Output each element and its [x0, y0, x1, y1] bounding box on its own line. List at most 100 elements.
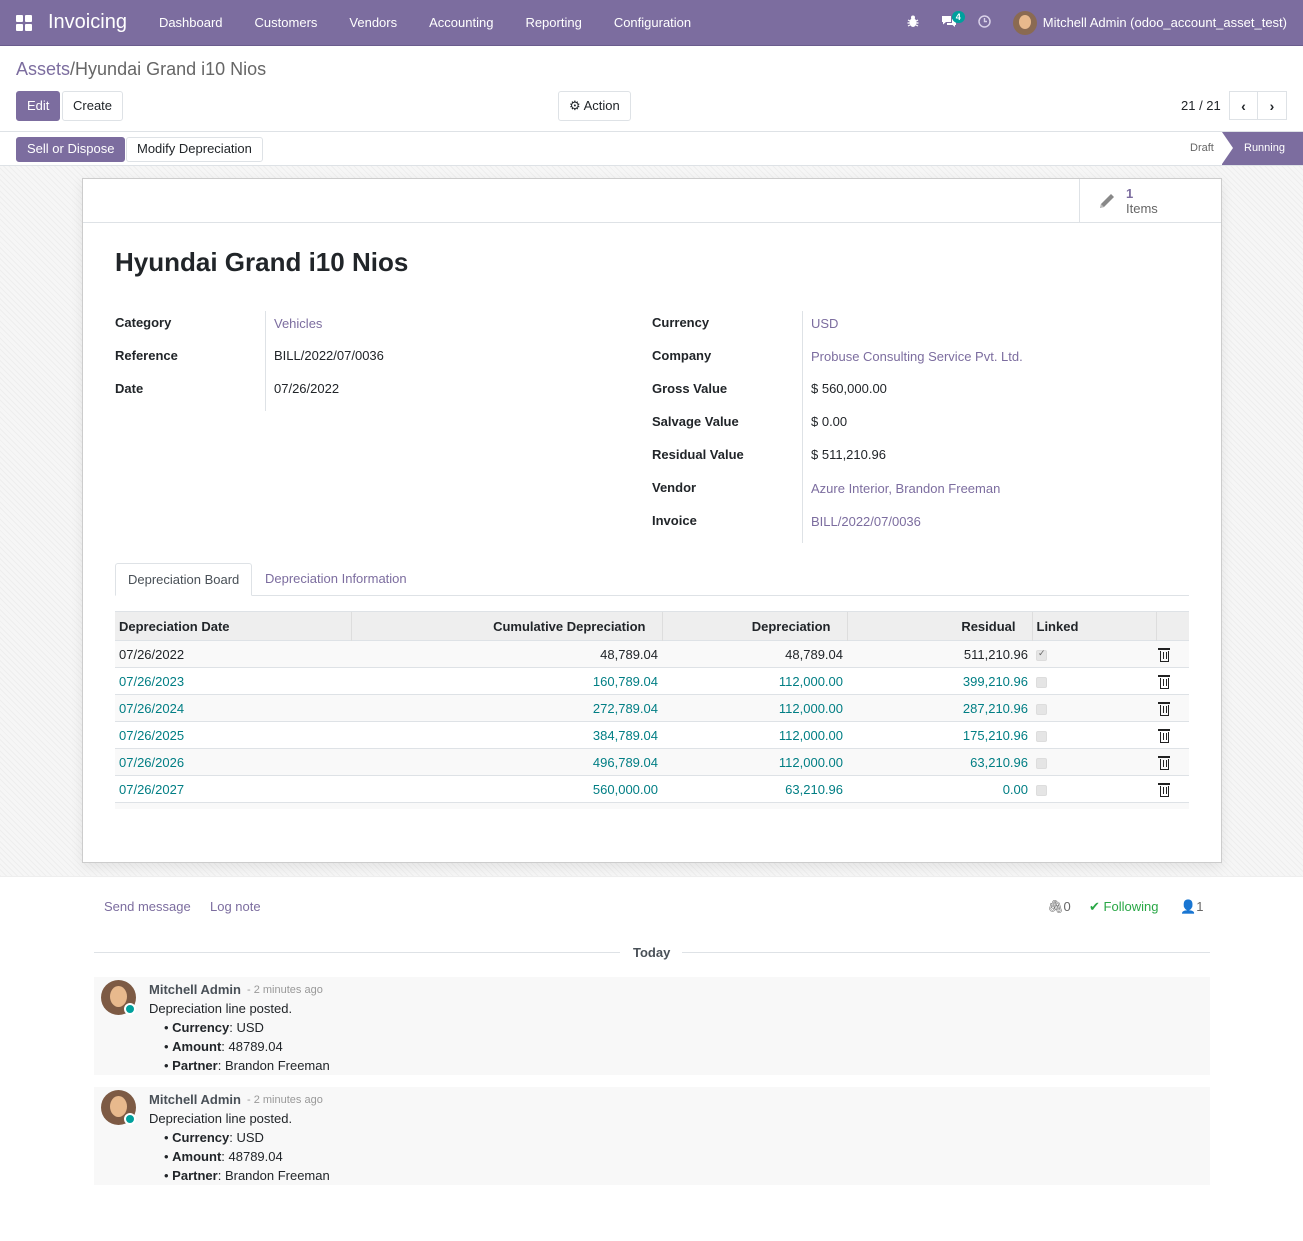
row-residual: 0.00: [847, 775, 1032, 803]
date-value: 07/26/2022: [274, 381, 340, 396]
user-avatar[interactable]: [1012, 10, 1037, 35]
log-note-button[interactable]: Log note: [210, 899, 261, 914]
chatter-message: Mitchell Admin - 2 minutes ago Depreciat…: [94, 977, 1210, 1075]
attachments-button[interactable]: 🖇0: [1047, 899, 1071, 915]
action-label: Action: [583, 98, 620, 113]
pager-next-button[interactable]: ›: [1258, 91, 1287, 120]
tracking-partner: • Partner: Brandon Freeman: [164, 1058, 330, 1073]
message-author[interactable]: Mitchell Admin: [149, 1092, 241, 1107]
table-row[interactable]: 07/26/2025 384,789.04 112,000.00 175,210…: [115, 721, 1189, 749]
asset-title: Hyundai Grand i10 Nios: [115, 247, 409, 277]
trash-icon[interactable]: [1158, 755, 1170, 770]
menu-dashboard[interactable]: Dashboard: [143, 0, 239, 46]
smart-button-box: 1 Items: [83, 179, 1221, 223]
pager-value[interactable]: 21 / 21: [1181, 98, 1221, 113]
tab-depreciation-information[interactable]: Depreciation Information: [253, 563, 419, 596]
following-label: Following: [1103, 899, 1159, 914]
vendor-value[interactable]: Azure Interior, Brandon Freeman: [811, 481, 1000, 496]
table-row[interactable]: 07/26/2026 496,789.04 112,000.00 63,210.…: [115, 748, 1189, 776]
apps-menu-icon[interactable]: [16, 14, 32, 31]
row-date: 07/26/2023: [115, 667, 351, 695]
table-row[interactable]: 07/26/2027 560,000.00 63,210.96 0.00: [115, 775, 1189, 803]
linked-checkbox: [1036, 648, 1047, 661]
table-row[interactable]: 07/26/2023 160,789.04 112,000.00 399,210…: [115, 667, 1189, 695]
trash-icon[interactable]: [1158, 782, 1170, 797]
menu-configuration[interactable]: Configuration: [598, 0, 707, 46]
table-row[interactable]: 07/26/2024 272,789.04 112,000.00 287,210…: [115, 694, 1189, 722]
category-value[interactable]: Vehicles: [274, 316, 322, 331]
navbar-systray: 4 Mitchell Admin (odoo_account_asset_tes…: [895, 0, 1303, 46]
user-icon: 👤: [1180, 899, 1197, 914]
message-body: Depreciation line posted.: [149, 1111, 293, 1126]
row-cumulative: 48,789.04: [351, 640, 662, 668]
menu-customers[interactable]: Customers: [239, 0, 334, 46]
row-depreciation: 112,000.00: [662, 748, 847, 776]
row-residual: 175,210.96: [847, 721, 1032, 749]
currency-value[interactable]: USD: [811, 316, 838, 331]
menu-vendors[interactable]: Vendors: [333, 0, 413, 46]
modify-depreciation-button[interactable]: Modify Depreciation: [126, 137, 263, 162]
tracking-partner: • Partner: Brandon Freeman: [164, 1168, 330, 1183]
chatter-message: Mitchell Admin - 2 minutes ago Depreciat…: [94, 1087, 1210, 1185]
currency-label: Currency: [652, 315, 710, 330]
date-label: Date: [115, 381, 144, 396]
breadcrumb-current: Hyundai Grand i10 Nios: [75, 59, 267, 79]
company-value[interactable]: Probuse Consulting Service Pvt. Ltd.: [811, 349, 1023, 364]
table-footer: [115, 802, 1189, 809]
col-residual[interactable]: Residual: [846, 611, 1032, 641]
today-separator: Today: [633, 945, 671, 960]
menu-reporting[interactable]: Reporting: [509, 0, 597, 46]
category-label: Category: [115, 315, 172, 330]
user-name[interactable]: Mitchell Admin (odoo_account_asset_test): [1043, 15, 1287, 30]
sell-or-dispose-button[interactable]: Sell or Dispose: [16, 137, 126, 162]
col-depreciation-date[interactable]: Depreciation Date: [115, 611, 351, 641]
tracking-currency: • Currency: USD: [164, 1130, 264, 1145]
menu-accounting[interactable]: Accounting: [413, 0, 509, 46]
row-date: 07/26/2024: [115, 694, 351, 722]
pager-previous-button[interactable]: ‹: [1229, 91, 1258, 120]
create-button[interactable]: Create: [62, 91, 124, 121]
items-label: Items: [1126, 201, 1158, 216]
items-smart-button[interactable]: 1 Items: [1079, 179, 1221, 223]
company-label: Company: [652, 348, 712, 363]
col-linked[interactable]: Linked: [1031, 611, 1156, 641]
messages-chat-icon[interactable]: 4: [931, 10, 967, 31]
table-header-row: Depreciation Date Cumulative Depreciatio…: [115, 611, 1189, 641]
trash-icon[interactable]: [1158, 674, 1170, 689]
trash-icon[interactable]: [1158, 647, 1170, 662]
depreciation-table: Depreciation Date Cumulative Depreciatio…: [115, 611, 1189, 809]
row-depreciation: 112,000.00: [662, 694, 847, 722]
row-depreciation: 112,000.00: [662, 721, 847, 749]
row-date: 07/26/2022: [115, 640, 351, 668]
table-row[interactable]: 07/26/2022 48,789.04 48,789.04 511,210.9…: [115, 640, 1189, 668]
invoice-value[interactable]: BILL/2022/07/0036: [811, 514, 921, 529]
residual-value-label: Residual Value: [652, 447, 744, 462]
message-author[interactable]: Mitchell Admin: [149, 982, 241, 997]
debug-bug-icon[interactable]: [895, 15, 931, 31]
followers-count: 1: [1196, 899, 1204, 914]
stage-draft[interactable]: Draft: [1180, 132, 1224, 165]
main-menu: Dashboard Customers Vendors Accounting R…: [143, 0, 707, 46]
action-dropdown-button[interactable]: ⚙ Action: [558, 91, 631, 121]
col-depreciation[interactable]: Depreciation: [661, 611, 847, 641]
row-depreciation: 48,789.04: [662, 640, 847, 668]
row-depreciation: 112,000.00: [662, 667, 847, 695]
col-cumulative-depreciation[interactable]: Cumulative Depreciation: [350, 611, 662, 641]
left-column-separator: [265, 311, 266, 411]
followers-button[interactable]: 👤1: [1180, 899, 1203, 915]
edit-button[interactable]: Edit: [16, 91, 61, 121]
vendor-label: Vendor: [652, 480, 697, 495]
activity-clock-icon[interactable]: [967, 14, 1003, 31]
stage-running[interactable]: Running: [1222, 132, 1303, 165]
trash-icon[interactable]: [1158, 701, 1170, 716]
row-cumulative: 160,789.04: [351, 667, 662, 695]
following-button[interactable]: ✔ Following: [1089, 899, 1158, 915]
pager-buttons: ‹ ›: [1229, 91, 1287, 120]
trash-icon[interactable]: [1158, 728, 1170, 743]
tab-depreciation-board[interactable]: Depreciation Board: [115, 563, 253, 596]
send-message-button[interactable]: Send message: [104, 899, 191, 914]
form-statusbar: Sell or Dispose Modify Depreciation Draf…: [0, 131, 1303, 166]
app-brand[interactable]: Invoicing: [48, 11, 127, 34]
notebook-tabs: Depreciation Board Depreciation Informat…: [115, 563, 1189, 596]
breadcrumb-assets-link[interactable]: Assets: [16, 59, 70, 79]
